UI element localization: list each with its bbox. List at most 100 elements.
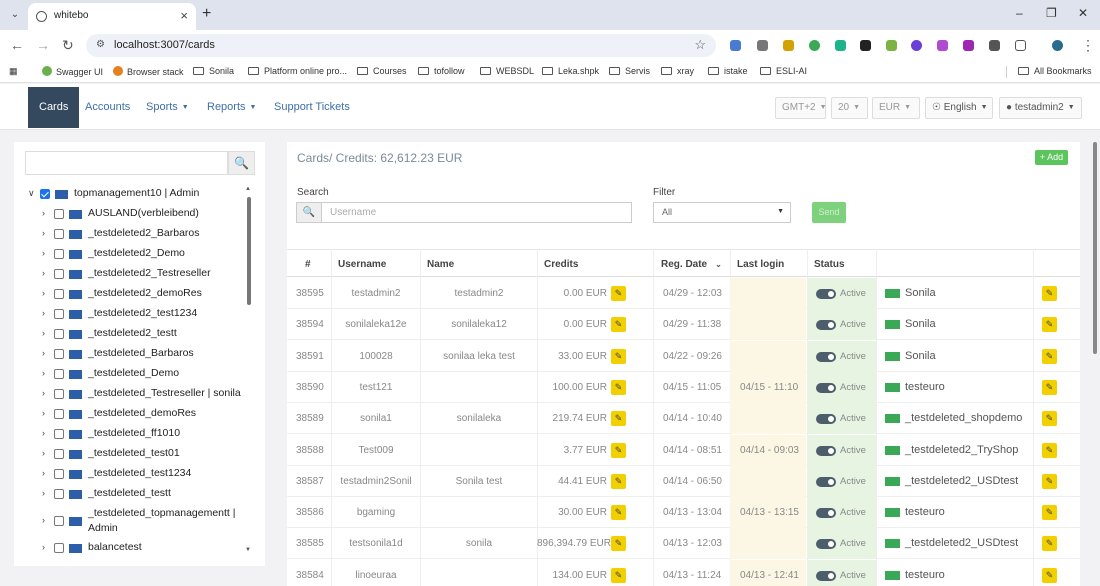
- tree-checkbox[interactable]: [54, 289, 64, 299]
- extension-icon[interactable]: [860, 40, 871, 51]
- tree-checkbox[interactable]: [54, 429, 64, 439]
- status-toggle[interactable]: [816, 539, 836, 550]
- edit-credits-pencil-icon[interactable]: ✎: [611, 473, 626, 489]
- tree-checkbox[interactable]: [54, 389, 64, 399]
- nav-support-tickets[interactable]: Support Tickets: [274, 101, 350, 113]
- user-menu[interactable]: ● testadmin2 ▼: [999, 97, 1082, 119]
- nav-cards[interactable]: Cards: [28, 87, 80, 128]
- tree-checkbox[interactable]: [54, 269, 64, 279]
- scroll-up-icon[interactable]: ▲: [245, 186, 251, 192]
- status-toggle[interactable]: [816, 508, 836, 519]
- status-toggle[interactable]: [816, 414, 836, 425]
- language-select[interactable]: ☉ English ▼: [925, 97, 993, 119]
- chevron-right-icon[interactable]: ›: [42, 468, 45, 478]
- chevron-right-icon[interactable]: ›: [42, 368, 45, 378]
- bookmark-item[interactable]: Browser stack: [113, 66, 184, 77]
- chevron-right-icon[interactable]: ›: [42, 388, 45, 398]
- new-tab-icon[interactable]: +: [202, 5, 211, 23]
- bookmark-item[interactable]: ESLI-AI: [760, 66, 807, 76]
- chevron-right-icon[interactable]: ›: [42, 348, 45, 358]
- column-header-username[interactable]: Username: [338, 259, 386, 270]
- bookmark-star-icon[interactable]: ☆: [694, 37, 706, 53]
- tree-checkbox[interactable]: [54, 469, 64, 479]
- edit-credits-pencil-icon[interactable]: ✎: [611, 348, 626, 364]
- add-card-button[interactable]: + Add: [1035, 150, 1068, 165]
- extension-icon[interactable]: [835, 40, 846, 51]
- column-header-name[interactable]: Name: [427, 259, 454, 270]
- chevron-right-icon[interactable]: ›: [42, 328, 45, 338]
- edit-credits-pencil-icon[interactable]: ✎: [611, 379, 626, 395]
- page-size-select[interactable]: 20 ▼: [831, 97, 868, 119]
- column-header-reg-date[interactable]: Reg. Date ⌄: [661, 259, 722, 270]
- edit-credits-pencil-icon[interactable]: ✎: [611, 442, 626, 458]
- status-toggle[interactable]: [816, 289, 836, 299]
- profile-avatar-icon[interactable]: [1052, 40, 1063, 51]
- site-info-icon[interactable]: ⚙: [96, 39, 105, 50]
- extension-icon[interactable]: [911, 40, 922, 51]
- column-header-id[interactable]: #: [305, 259, 311, 270]
- tree-checkbox[interactable]: [54, 349, 64, 359]
- timezone-select[interactable]: GMT+2 ▼: [775, 97, 827, 119]
- bookmark-item[interactable]: Courses: [357, 66, 407, 76]
- status-toggle[interactable]: [816, 445, 836, 456]
- address-bar[interactable]: ⚙ localhost:3007/cards ☆: [86, 34, 716, 57]
- edit-row-pencil-icon[interactable]: ✎: [1042, 567, 1057, 583]
- tree-search-button[interactable]: 🔍: [228, 151, 255, 175]
- chevron-right-icon[interactable]: ›: [42, 308, 45, 318]
- edit-row-pencil-icon[interactable]: ✎: [1042, 286, 1057, 301]
- extension-icon[interactable]: [963, 40, 974, 51]
- bookmark-item[interactable]: WEBSDL: [480, 66, 534, 76]
- chevron-right-icon[interactable]: ›: [42, 248, 45, 258]
- bookmark-item[interactable]: Servis: [609, 66, 650, 76]
- tree-checkbox[interactable]: [40, 189, 50, 199]
- reload-icon[interactable]: ↻: [62, 37, 74, 53]
- status-toggle[interactable]: [816, 476, 836, 487]
- nav-reports[interactable]: Reports ▼: [207, 101, 256, 113]
- chevron-right-icon[interactable]: ›: [42, 515, 45, 525]
- edit-credits-pencil-icon[interactable]: ✎: [611, 536, 626, 552]
- tree-search-input[interactable]: [25, 151, 228, 175]
- chevron-right-icon[interactable]: ›: [42, 228, 45, 238]
- apps-grid-icon[interactable]: ▦: [9, 66, 18, 77]
- page-scrollbar-thumb[interactable]: [1093, 142, 1097, 354]
- tab-search-chevron-icon[interactable]: ⌄: [6, 6, 24, 24]
- chevron-right-icon[interactable]: ›: [42, 268, 45, 278]
- status-toggle[interactable]: [816, 570, 836, 581]
- bookmark-item[interactable]: xray: [661, 66, 694, 76]
- edit-row-pencil-icon[interactable]: ✎: [1042, 348, 1057, 364]
- tree-checkbox[interactable]: [54, 309, 64, 319]
- tree-checkbox[interactable]: [54, 449, 64, 459]
- chevron-right-icon[interactable]: ›: [42, 428, 45, 438]
- chevron-right-icon[interactable]: ›: [42, 542, 45, 552]
- edit-row-pencil-icon[interactable]: ✎: [1042, 317, 1057, 333]
- status-toggle[interactable]: [816, 320, 836, 331]
- all-bookmarks[interactable]: All Bookmarks: [1018, 66, 1092, 76]
- column-header-status[interactable]: Status: [814, 259, 845, 270]
- qr-extension-icon[interactable]: [989, 40, 1000, 51]
- tree-checkbox[interactable]: [54, 369, 64, 379]
- tree-checkbox[interactable]: [54, 329, 64, 339]
- scroll-down-icon[interactable]: ▼: [245, 547, 251, 553]
- edit-row-pencil-icon[interactable]: ✎: [1042, 379, 1057, 395]
- edit-row-pencil-icon[interactable]: ✎: [1042, 505, 1057, 521]
- translate-extension-icon[interactable]: [730, 40, 741, 51]
- column-header-last-login[interactable]: Last login: [737, 259, 784, 270]
- chevron-right-icon[interactable]: ›: [42, 408, 45, 418]
- edit-row-pencil-icon[interactable]: ✎: [1042, 473, 1057, 489]
- camera-extension-icon[interactable]: [757, 40, 768, 51]
- edit-row-pencil-icon[interactable]: ✎: [1042, 411, 1057, 427]
- status-toggle[interactable]: [816, 351, 836, 362]
- currency-select[interactable]: EUR ▼: [872, 97, 920, 119]
- edit-credits-pencil-icon[interactable]: ✎: [611, 286, 626, 301]
- edit-row-pencil-icon[interactable]: ✎: [1042, 536, 1057, 552]
- username-search-input[interactable]: Username: [322, 202, 632, 223]
- send-button[interactable]: Send: [812, 202, 846, 223]
- extension-icon[interactable]: [937, 40, 948, 51]
- status-toggle[interactable]: [816, 382, 836, 393]
- tree-checkbox[interactable]: [54, 489, 64, 499]
- column-header-credits[interactable]: Credits: [544, 259, 578, 270]
- tree-checkbox[interactable]: [54, 229, 64, 239]
- bookmark-item[interactable]: Platform online pro...: [248, 66, 347, 76]
- chevron-right-icon[interactable]: ›: [42, 208, 45, 218]
- tree-scrollbar-thumb[interactable]: [247, 197, 251, 305]
